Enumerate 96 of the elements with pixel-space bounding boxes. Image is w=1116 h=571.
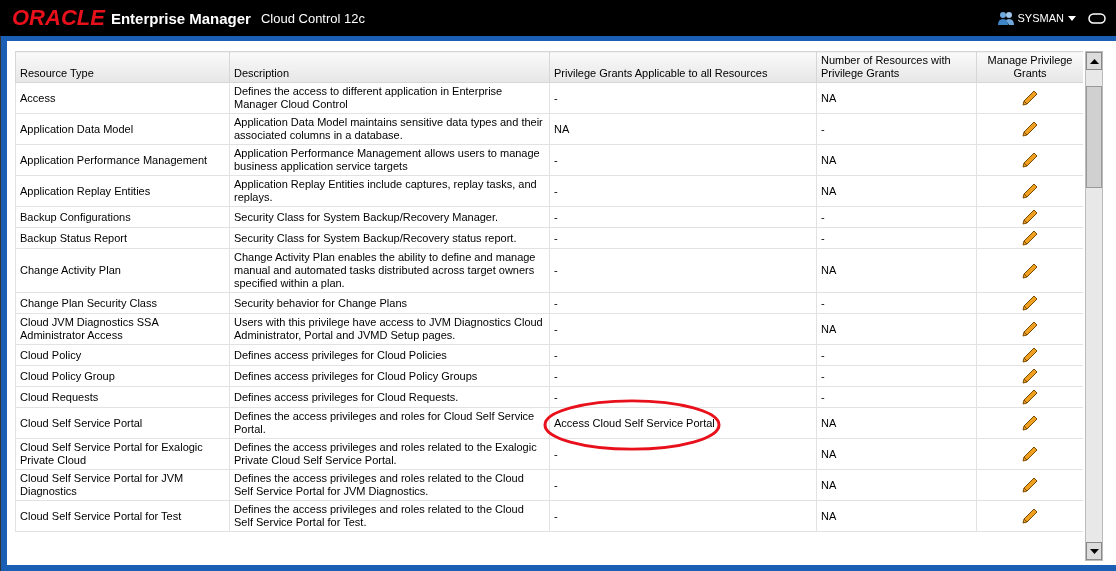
column-header: Resource Type bbox=[15, 51, 230, 83]
user-menu[interactable]: SYSMAN bbox=[997, 11, 1076, 25]
edit-icon[interactable] bbox=[1022, 183, 1038, 199]
table-cell: - bbox=[549, 386, 817, 408]
scrollbar[interactable] bbox=[1085, 51, 1103, 561]
edit-icon[interactable] bbox=[1022, 321, 1038, 337]
table-cell: Change Plan Security Class bbox=[15, 292, 230, 314]
table-cell: Defines access privileges for Cloud Requests. bbox=[229, 386, 550, 408]
table-cell: Cloud Self Service Portal for JVM Diagnostics bbox=[15, 469, 230, 501]
table-cell: - bbox=[549, 344, 817, 366]
table-cell: - bbox=[549, 438, 817, 470]
table-cell: - bbox=[549, 365, 817, 387]
table-cell: - bbox=[816, 365, 977, 387]
table-cell: Cloud Policy Group bbox=[15, 365, 230, 387]
table-cell: Cloud Self Service Portal for Test bbox=[15, 500, 230, 532]
table-cell: Application Performance Management allows users to manage business application service targets bbox=[229, 144, 550, 176]
product-name: Enterprise Manager bbox=[110, 9, 251, 27]
up-arrow-icon bbox=[1089, 58, 1099, 64]
table-cell: - bbox=[549, 82, 817, 114]
edit-icon[interactable] bbox=[1022, 90, 1038, 106]
table-cell: Defines access privileges for Cloud Policy Groups bbox=[229, 365, 550, 387]
caret-icon bbox=[1068, 15, 1076, 21]
column-header: Manage Privilege Grants bbox=[976, 51, 1083, 83]
scroll-down-button[interactable] bbox=[1086, 542, 1102, 560]
logo: ORACLE bbox=[12, 5, 105, 31]
table-cell: Change Activity Plan bbox=[15, 248, 230, 293]
table-cell: Backup Status Report bbox=[15, 227, 230, 249]
table-cell: Application Replay Entities include captures, replay tasks, and replays. bbox=[229, 175, 550, 207]
edit-icon[interactable] bbox=[1022, 477, 1038, 493]
scroll-up-button[interactable] bbox=[1086, 52, 1102, 70]
column-header: Number of Resources with Privilege Grants bbox=[816, 51, 977, 83]
edit-icon[interactable] bbox=[1022, 209, 1038, 225]
edit-icon[interactable] bbox=[1022, 389, 1038, 405]
edit-icon[interactable] bbox=[1022, 347, 1038, 363]
table-cell: - bbox=[549, 227, 817, 249]
table-cell: - bbox=[816, 206, 977, 228]
table-cell: Access bbox=[15, 82, 230, 114]
edit-icon[interactable] bbox=[1022, 262, 1038, 279]
edit-icon[interactable] bbox=[1022, 446, 1038, 462]
table-cell: NA bbox=[816, 500, 977, 532]
user-icon bbox=[997, 11, 1014, 25]
table-cell: Security Class for System Backup/Recovery status report. bbox=[229, 227, 550, 249]
table-cell: NA bbox=[816, 175, 977, 207]
table-cell: - bbox=[816, 227, 977, 249]
table-cell: Cloud Requests bbox=[15, 386, 230, 408]
table-cell: Cloud Self Service Portal bbox=[15, 407, 230, 439]
edit-icon[interactable] bbox=[1022, 415, 1038, 431]
edit-icon[interactable] bbox=[1022, 368, 1038, 384]
table-cell: Application Data Model bbox=[15, 113, 230, 145]
edit-icon[interactable] bbox=[1022, 152, 1038, 168]
column-header: Privilege Grants Applicable to all Resources bbox=[549, 51, 817, 83]
edit-icon[interactable] bbox=[1022, 230, 1038, 246]
table-cell: Defines the access privileges and roles for Cloud Self Service Portal. bbox=[229, 407, 550, 439]
table-cell: Defines the access privileges and roles related to the Cloud Self Service Portal for JVM Diagnostics. bbox=[229, 469, 550, 501]
table-cell: - bbox=[549, 500, 817, 532]
edit-icon[interactable] bbox=[1022, 295, 1038, 311]
table-cell: Cloud Self Service Portal for Exalogic Private Cloud bbox=[15, 438, 230, 470]
table-cell: - bbox=[816, 292, 977, 314]
table-cell: - bbox=[549, 206, 817, 228]
table-cell: - bbox=[549, 175, 817, 207]
table-cell: Cloud JVM Diagnostics SSA Administrator Access bbox=[15, 313, 230, 345]
table-cell: - bbox=[549, 292, 817, 314]
table-cell: Security behavior for Change Plans bbox=[229, 292, 550, 314]
table-cell: Application Data Model maintains sensitive data types and their associated columns in a database. bbox=[229, 113, 550, 145]
table-cell: Backup Configurations bbox=[15, 206, 230, 228]
product-subtitle: Cloud Control 12c bbox=[260, 10, 365, 26]
table-cell: Defines the access privileges and roles related to the Cloud Self Service Portal for Test. bbox=[229, 500, 550, 532]
table-cell: Security Class for System Backup/Recovery Manager. bbox=[229, 206, 550, 228]
scroll-thumb[interactable] bbox=[1086, 86, 1102, 188]
down-arrow-icon bbox=[1089, 548, 1099, 554]
edit-icon[interactable] bbox=[1022, 121, 1038, 137]
table-cell: Defines the access to different application in Enterprise Manager Cloud Control bbox=[229, 82, 550, 114]
table-cell: - bbox=[816, 344, 977, 366]
table-cell: - bbox=[549, 313, 817, 345]
table-cell: NA bbox=[816, 82, 977, 114]
table-cell: NA bbox=[816, 407, 977, 439]
table-cell: Change Activity Plan enables the ability to define and manage manual and automated tasks distributed across target owners specified within a plan. bbox=[229, 248, 550, 293]
table-cell: - bbox=[549, 144, 817, 176]
table-cell: NA bbox=[816, 248, 977, 293]
table-cell: - bbox=[816, 113, 977, 145]
table-cell: NA bbox=[816, 469, 977, 501]
table-cell: Defines access privileges for Cloud Policies bbox=[229, 344, 550, 366]
table-cell: - bbox=[549, 469, 817, 501]
table-cell: Application Performance Management bbox=[15, 144, 230, 176]
table-cell: - bbox=[549, 248, 817, 293]
table-cell: - bbox=[816, 386, 977, 408]
table-cell: Defines the access privileges and roles related to the Exalogic Private Cloud Self Service Portal. bbox=[229, 438, 550, 470]
table-cell: Application Replay Entities bbox=[15, 175, 230, 207]
table-cell: NA bbox=[816, 144, 977, 176]
table-cell: Users with this privilege have access to JVM Diagnostics Cloud Administrator, Portal and JVMD Setup pages. bbox=[229, 313, 550, 345]
table-cell: NA bbox=[549, 113, 817, 145]
table-cell: NA bbox=[816, 438, 977, 470]
edit-icon[interactable] bbox=[1022, 508, 1038, 524]
column-header: Description bbox=[229, 51, 550, 83]
table-cell: Cloud Policy bbox=[15, 344, 230, 366]
table-cell: NA bbox=[816, 313, 977, 345]
